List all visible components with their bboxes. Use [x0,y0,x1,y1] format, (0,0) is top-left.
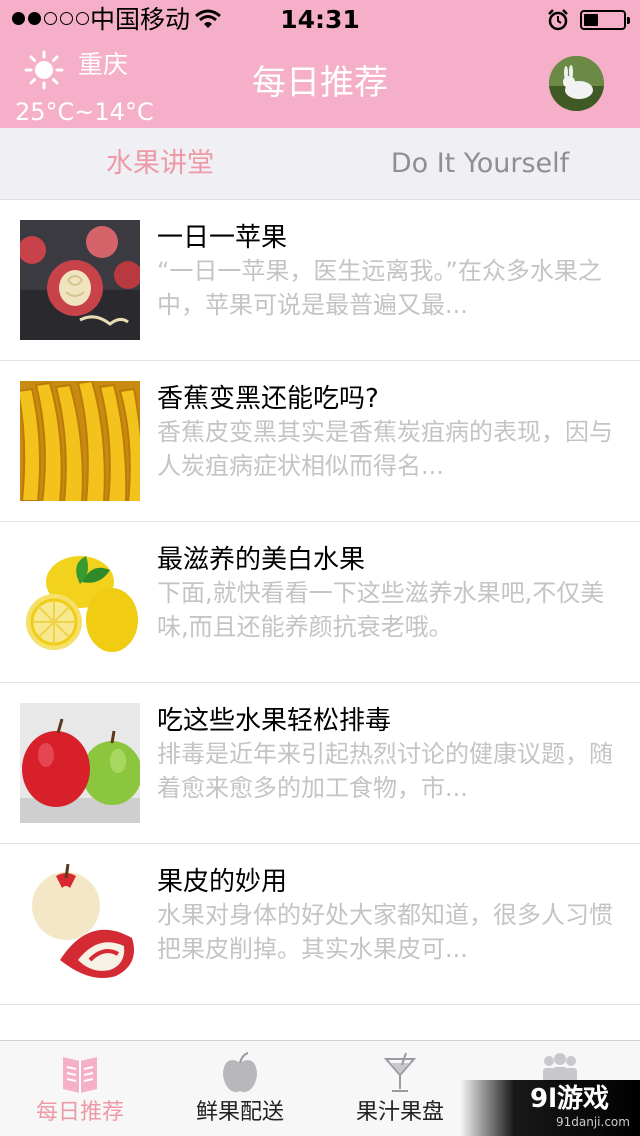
book-icon [63,1057,97,1093]
site-watermark: 9l游戏 91danji.com [460,1080,640,1136]
article-title: 果皮的妙用 [157,867,288,897]
thumbnail-lemons [20,542,140,662]
app-screen: 中国移动 14:31 重庆 25°C~14°C 每日推荐 水果讲堂 Do It … [0,0,640,1136]
page-title: 每日推荐 [252,63,388,103]
apple-icon [223,1052,257,1093]
header: 中国移动 14:31 重庆 25°C~14°C 每日推荐 [0,0,640,128]
tab-fruit-lecture[interactable]: 水果讲堂 [0,128,320,200]
tabbar-item-daily[interactable]: 每日推荐 [0,1041,160,1136]
list-item[interactable]: 吃这些水果轻松排毒 排毒是近年来引起热烈讨论的健康议题，随着愈来愈多的加工食物，… [0,683,640,844]
watermark-logo-text: 9l游戏 [530,1084,610,1114]
thumbnail-bananas [20,381,140,501]
list-item[interactable]: 果皮的妙用 水果对身体的好处大家都知道，很多人习惯把果皮削掉。其实水果皮可... [0,844,640,1005]
article-title: 一日一苹果 [157,223,288,253]
category-tabs: 水果讲堂 Do It Yourself [0,128,640,200]
list-item[interactable]: 香蕉变黑还能吃吗? 香蕉皮变黑其实是香蕉炭疽病的表现，因与人炭疽病症状相似而得名… [0,361,640,522]
article-description: 香蕉皮变黑其实是香蕉炭疽病的表现，因与人炭疽病症状相似而得名... [157,418,613,480]
alarm-icon [548,9,568,31]
tabbar-label: 每日推荐 [35,1100,124,1125]
tabbar-item-delivery[interactable]: 鲜果配送 [160,1041,320,1136]
status-time: 14:31 [280,5,360,34]
thumbnail-carved-apple [20,220,140,340]
article-description: 下面,就快看看一下这些滋养水果吧,不仅美味,而且还能养颜抗衰老哦。 [157,579,605,641]
tabbar-label: 鲜果配送 [195,1100,284,1125]
tab-do-it-yourself[interactable]: Do It Yourself [320,128,640,200]
article-title: 香蕉变黑还能吃吗? [157,384,379,414]
status-bar: 中国移动 14:31 [0,0,640,40]
watermark-url: 91danji.com [556,1115,630,1129]
article-list: 一日一苹果 “一日一苹果，医生远离我。”在众多水果之中，苹果可说是最普遍又最..… [0,200,640,1005]
tabbar-label: 果汁果盘 [355,1100,444,1125]
tabbar-item-juice[interactable]: 果汁果盘 [320,1041,480,1136]
article-title: 最滋养的美白水果 [157,545,366,575]
list-item[interactable]: 最滋养的美白水果 下面,就快看看一下这些滋养水果吧,不仅美味,而且还能养颜抗衰老… [0,522,640,683]
thumbnail-peeled-apple [20,864,140,984]
cocktail-glass-icon [383,1052,417,1092]
article-description: “一日一苹果，医生远离我。”在众多水果之中，苹果可说是最普遍又最... [157,257,602,319]
article-description: 水果对身体的好处大家都知道，很多人习惯把果皮削掉。其实水果皮可... [157,901,613,963]
user-avatar[interactable] [549,56,604,111]
thumbnail-red-green-apples [20,703,140,823]
article-title: 吃这些水果轻松排毒 [157,706,392,736]
article-description: 排毒是近年来引起热烈讨论的健康议题，随着愈来愈多的加工食物，市... [157,740,613,802]
list-item[interactable]: 一日一苹果 “一日一苹果，医生远离我。”在众多水果之中，苹果可说是最普遍又最..… [0,200,640,361]
battery-icon [580,10,630,30]
